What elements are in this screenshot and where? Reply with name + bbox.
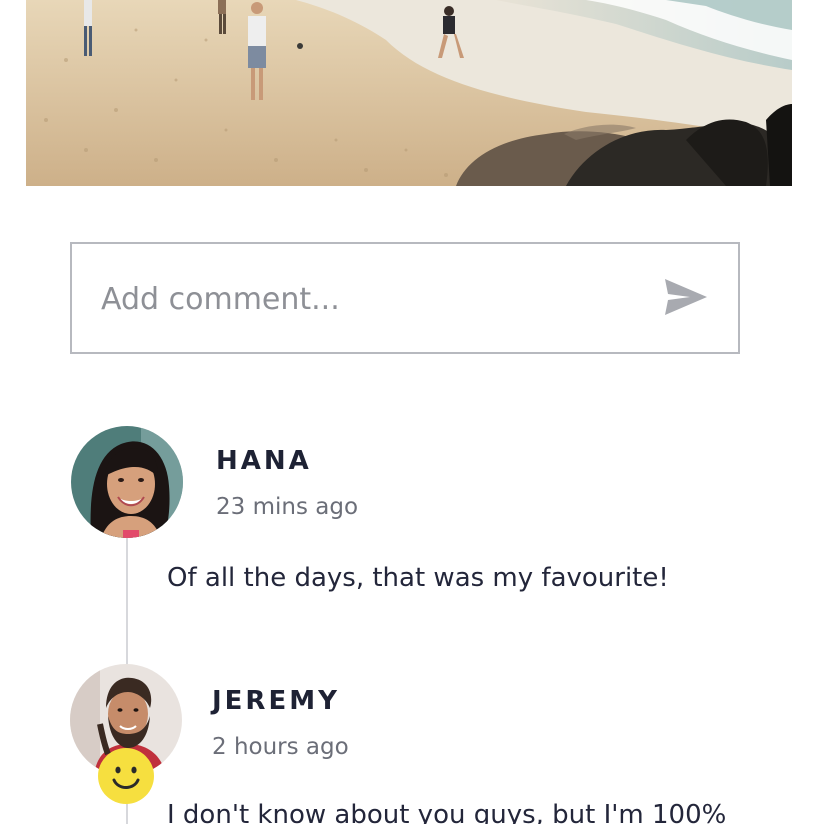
beach-photo bbox=[26, 0, 792, 186]
send-icon bbox=[664, 278, 708, 320]
avatar-hana[interactable] bbox=[71, 426, 183, 538]
comment-timestamp: 23 mins ago bbox=[216, 494, 359, 520]
comment-author[interactable]: HANA bbox=[216, 446, 312, 476]
smiley-emoji-icon[interactable] bbox=[98, 748, 154, 804]
comment-input-box bbox=[70, 242, 740, 354]
comments-page: HANA 23 mins ago Of all the days, that w… bbox=[0, 0, 814, 824]
comment-author[interactable]: JEREMY bbox=[212, 686, 340, 716]
comment-timestamp: 2 hours ago bbox=[212, 734, 349, 760]
comment-text: Of all the days, that was my favourite! bbox=[167, 563, 669, 593]
send-button[interactable] bbox=[660, 276, 712, 322]
comment-input[interactable] bbox=[101, 274, 641, 324]
comment-text: I don't know about you guys, but I'm 100… bbox=[167, 800, 727, 824]
